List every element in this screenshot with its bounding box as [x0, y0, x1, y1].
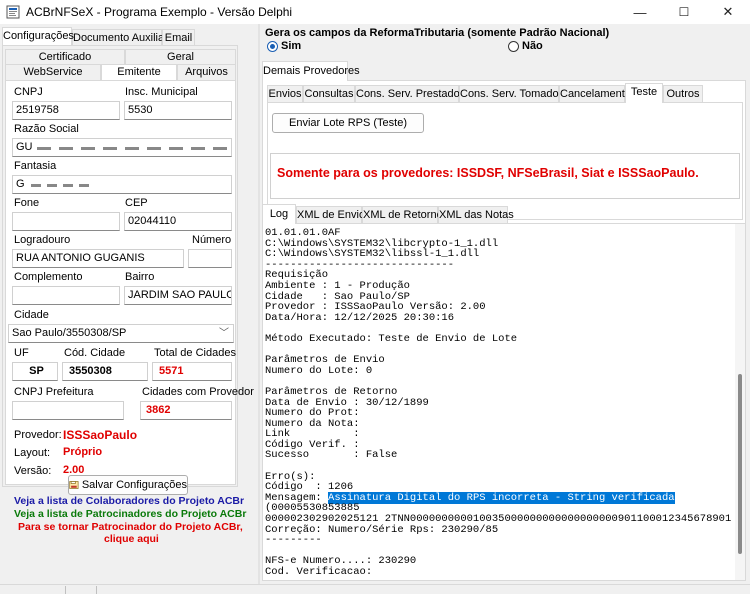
numero-label: Número: [192, 234, 232, 246]
maximize-button[interactable]: ☐: [662, 0, 706, 24]
cnpj-input[interactable]: 2519758: [12, 101, 120, 120]
cidade-value: Sao Paulo/3550308/SP: [12, 327, 127, 339]
cnpj-prefeitura-input[interactable]: [12, 401, 124, 420]
tab-teste[interactable]: Teste: [625, 83, 663, 103]
tab-arquivos[interactable]: Arquivos: [177, 64, 236, 80]
tab-email[interactable]: Email: [162, 29, 195, 45]
cep-label: CEP: [125, 197, 148, 209]
tab-certificado[interactable]: Certificado: [5, 49, 125, 64]
razao-social-label: Razão Social: [14, 123, 79, 135]
tab-log[interactable]: Log: [262, 204, 296, 224]
complemento-label: Complemento: [14, 271, 83, 283]
log-text-selected: Assinatura Digital do RPS incorreta - St…: [328, 491, 675, 504]
left-panel: Configurações Documento Auxiliar Email C…: [0, 24, 258, 584]
tab-envios[interactable]: Envios: [267, 85, 303, 103]
cnpj-prefeitura-label: CNPJ Prefeitura: [14, 386, 94, 398]
total-cidades-label: Total de Cidades: [154, 347, 236, 359]
tab-xml-notas[interactable]: XML das Notas: [438, 206, 514, 224]
nao-radio[interactable]: [508, 41, 519, 52]
log-textarea[interactable]: 01.01.01.0AF C:\Windows\SYSTEM32\libcryp…: [265, 228, 733, 574]
insc-municipal-label: Insc. Municipal: [125, 86, 198, 98]
cod-cidade-label: Cód. Cidade: [64, 347, 126, 359]
fone-input[interactable]: [12, 212, 120, 231]
tab-emitente[interactable]: Emitente: [101, 64, 177, 80]
insc-municipal-input[interactable]: 5530: [124, 101, 232, 120]
cidade-label: Cidade: [14, 309, 49, 321]
fantasia-input[interactable]: G: [12, 175, 232, 194]
log-scrollbar-thumb[interactable]: [738, 374, 742, 554]
salvar-configuracoes-button[interactable]: Salvar Configurações: [68, 475, 188, 495]
right-panel: Gera os campos da ReformaTributaria (som…: [260, 24, 750, 584]
cnpj-label: CNPJ: [14, 86, 43, 98]
cidade-select[interactable]: Sao Paulo/3550308/SP ﹀: [8, 324, 234, 343]
teste-tab-body: Enviar Lote RPS (Teste) Somente para os …: [267, 102, 743, 220]
log-scrollbar[interactable]: [735, 224, 745, 580]
total-cidades-input[interactable]: 5571: [152, 362, 232, 381]
razao-social-input[interactable]: GU: [12, 138, 232, 157]
uf-input[interactable]: SP: [12, 362, 58, 381]
emitente-panel: CNPJ Insc. Municipal 2519758 5530 Razão …: [5, 80, 254, 485]
tab-xml-envio[interactable]: XML de Envio: [296, 206, 365, 224]
enviar-lote-rps-teste-button[interactable]: Enviar Lote RPS (Teste): [272, 113, 424, 133]
logradouro-input[interactable]: RUA ANTONIO GUGANIS: [12, 249, 184, 268]
sim-radio[interactable]: [267, 41, 278, 52]
app-icon: [6, 5, 20, 19]
cep-input[interactable]: 02044110: [124, 212, 232, 231]
tab-documento-auxiliar[interactable]: Documento Auxiliar: [72, 29, 168, 45]
warning-box: Somente para os provedores: ISSDSF, NFSe…: [270, 153, 740, 199]
provedor-label: Provedor:: [14, 429, 62, 441]
razao-social-redacted: [37, 147, 227, 150]
link-colaboradores[interactable]: Veja a lista de Colaboradores do Projeto…: [14, 495, 244, 507]
fantasia-label: Fantasia: [14, 160, 57, 172]
bairro-input[interactable]: JARDIM SAO PAULO: [124, 286, 232, 305]
tab-xml-retorno[interactable]: XML de Retorno: [362, 206, 443, 224]
tab-consultas[interactable]: Consultas: [303, 85, 355, 103]
log-text-before: 01.01.01.0AF C:\Windows\SYSTEM32\libcryp…: [265, 228, 518, 504]
bairro-label: Bairro: [125, 271, 155, 283]
fantasia-redacted: [31, 184, 91, 187]
log-text-after: (00005530853885 000002302902025121 2TNN0…: [265, 502, 733, 574]
link-tornar-patrocinador[interactable]: Para se tornar Patrocinador do Projeto A…: [18, 521, 243, 533]
minimize-button[interactable]: —: [618, 0, 662, 24]
title-bar: ACBrNFSeX - Programa Exemplo - Versão De…: [0, 0, 750, 24]
nao-label: Não: [522, 40, 543, 52]
demais-provedores-panel: Envios Consultas Cons. Serv. Prestados C…: [262, 80, 746, 224]
layout-label: Layout:: [14, 447, 51, 459]
reforma-title: Gera os campos da ReformaTributaria (som…: [265, 27, 610, 39]
tab-webservice[interactable]: WebService: [5, 64, 101, 80]
warning-text: Somente para os provedores: ISSDSF, NFSe…: [277, 166, 699, 180]
tab-cons-serv-prestados[interactable]: Cons. Serv. Prestados: [355, 85, 465, 103]
tab-geral[interactable]: Geral: [125, 49, 236, 64]
link-clique-aqui[interactable]: clique aqui: [104, 533, 159, 545]
fone-label: Fone: [14, 197, 40, 209]
cod-cidade-input[interactable]: 3550308: [62, 362, 148, 381]
status-bar: [0, 584, 750, 594]
salvar-configuracoes-label: Salvar Configurações: [81, 479, 187, 491]
fantasia-text: G: [16, 178, 25, 190]
tab-cancelamento[interactable]: Cancelamento: [559, 85, 631, 103]
versao-label: Versão:: [14, 465, 52, 477]
cidades-provedor-input[interactable]: 3862: [140, 401, 232, 420]
save-icon: [69, 481, 79, 489]
tab-cons-serv-tomados[interactable]: Cons. Serv. Tomados: [459, 85, 564, 103]
log-panel: 01.01.01.0AF C:\Windows\SYSTEM32\libcryp…: [262, 223, 746, 581]
config-tab-body: Certificado Geral WebService Emitente Ar…: [2, 45, 254, 487]
link-patrocinadores[interactable]: Veja a lista de Patrocinadores do Projet…: [14, 508, 246, 520]
logradouro-label: Logradouro: [14, 234, 71, 246]
tab-configuracoes[interactable]: Configurações: [2, 27, 74, 45]
layout-value: Próprio: [63, 446, 103, 458]
complemento-input[interactable]: [12, 286, 120, 305]
uf-label: UF: [14, 347, 29, 359]
tab-outros[interactable]: Outros: [663, 85, 703, 103]
cidades-provedor-label: Cidades com Provedor: [142, 386, 254, 398]
sim-label: Sim: [281, 40, 302, 52]
window-title: ACBrNFSeX - Programa Exemplo - Versão De…: [26, 5, 293, 19]
close-button[interactable]: ✕: [706, 0, 750, 24]
tab-demais-provedores[interactable]: Demais Provedores: [262, 61, 360, 81]
razao-social-text: GU: [16, 141, 33, 153]
numero-input[interactable]: [188, 249, 232, 268]
provedor-value: ISSSaoPaulo: [63, 428, 138, 442]
chevron-down-icon: ﹀: [219, 328, 229, 339]
